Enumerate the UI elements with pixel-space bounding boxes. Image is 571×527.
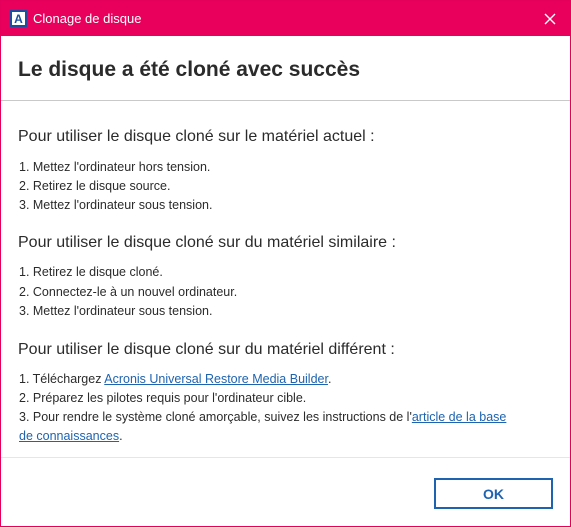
close-icon — [544, 13, 556, 25]
step-download-media-builder: 1. Téléchargez Acronis Universal Restore… — [19, 370, 331, 389]
dialog-heading: Le disque a été cloné avec succès — [18, 58, 361, 81]
section-current-hardware-heading: Pour utiliser le disque cloné sur le mat… — [18, 128, 375, 145]
step-text: 1. Téléchargez — [19, 372, 105, 386]
step-item: 3. Mettez l'ordinateur sous tension. — [19, 304, 213, 318]
step-text: . — [327, 372, 332, 386]
ok-button[interactable]: OK — [434, 478, 553, 509]
clone-dialog-window: A Clonage de disque Le disque a été clon… — [0, 0, 571, 527]
step-item: 3. Mettez l'ordinateur sous tension. — [19, 198, 213, 212]
close-button[interactable] — [538, 7, 562, 31]
step-item: 2. Préparez les pilotes requis pour l'or… — [19, 391, 307, 405]
step-text: 3. Pour rendre le système cloné amorçabl… — [19, 410, 412, 424]
step-kb-article: 3. Pour rendre le système cloné amorçabl… — [19, 408, 564, 427]
title-bar[interactable]: A Clonage de disque — [1, 1, 570, 36]
footer-divider — [1, 457, 570, 458]
step-text: . — [119, 429, 123, 443]
step-item: 1. Retirez le disque cloné. — [19, 265, 163, 279]
kb-article-link-continued[interactable]: de connaissances — [19, 429, 119, 443]
step-kb-article-continued: de connaissances. — [19, 427, 123, 446]
header-divider — [1, 100, 570, 101]
section-similar-hardware-heading: Pour utiliser le disque cloné sur du mat… — [18, 234, 396, 251]
step-item: 2. Connectez-le à un nouvel ordinateur. — [19, 285, 238, 299]
step-item: 2. Retirez le disque source. — [19, 179, 171, 193]
step-item: 1. Mettez l'ordinateur hors tension. — [19, 160, 211, 174]
universal-restore-link[interactable]: Acronis Universal Restore Media Builder — [104, 372, 328, 386]
section-different-hardware-heading: Pour utiliser le disque cloné sur du mat… — [18, 341, 395, 358]
app-icon-letter: A — [14, 11, 23, 26]
kb-article-link[interactable]: article de la base — [412, 410, 507, 424]
window-title: Clonage de disque — [33, 11, 142, 26]
acronis-app-icon: A — [10, 10, 27, 27]
